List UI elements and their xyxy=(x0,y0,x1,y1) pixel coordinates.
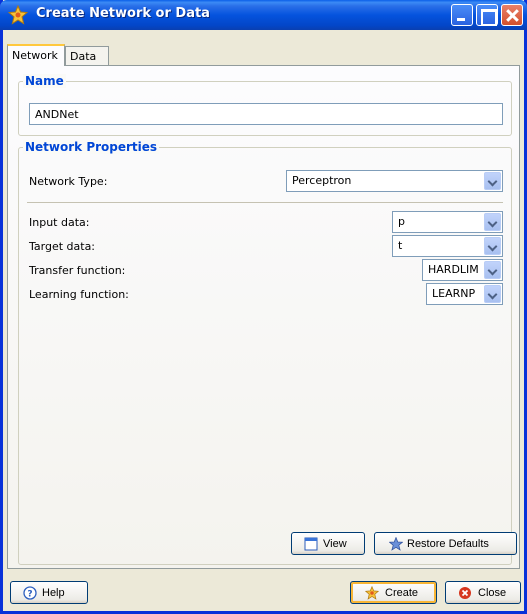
target-data-value: t xyxy=(398,239,403,252)
restore-defaults-button[interactable]: Restore Defaults xyxy=(374,532,517,555)
maximize-button[interactable] xyxy=(476,4,498,26)
transfer-function-value: HARDLIM xyxy=(428,263,479,276)
create-button-label: Create xyxy=(385,587,419,599)
view-button[interactable]: View xyxy=(291,532,365,555)
restore-defaults-label: Restore Defaults xyxy=(407,538,489,550)
help-icon: ? xyxy=(23,586,37,600)
learning-function-value: LEARNP xyxy=(432,287,476,300)
chevron-down-icon xyxy=(484,172,501,190)
tab-network[interactable]: Network xyxy=(7,44,65,66)
network-properties-legend: Network Properties xyxy=(23,140,160,154)
network-tab-panel: Name Network Properties Network Type: Pe… xyxy=(7,65,520,569)
name-group-legend: Name xyxy=(23,74,66,88)
network-star-icon xyxy=(8,5,28,25)
window-icon xyxy=(304,537,318,551)
network-star-icon xyxy=(365,586,379,600)
network-type-select[interactable]: Perceptron xyxy=(286,170,503,192)
separator xyxy=(27,202,503,203)
dialog-window: Create Network or Data Network Data Name… xyxy=(0,0,527,614)
close-button[interactable]: Close xyxy=(445,581,521,604)
chevron-down-icon xyxy=(484,285,501,303)
name-group: Name xyxy=(18,74,512,136)
network-properties-group: Network Properties Network Type: Percept… xyxy=(18,140,517,565)
target-data-select[interactable]: t xyxy=(392,235,503,257)
network-name-input[interactable] xyxy=(29,103,503,125)
title-bar[interactable]: Create Network or Data xyxy=(0,0,527,30)
input-data-value: p xyxy=(398,215,405,228)
close-window-button[interactable] xyxy=(501,4,523,26)
star-icon xyxy=(389,537,403,551)
close-circle-icon xyxy=(459,587,471,599)
target-data-label: Target data: xyxy=(29,240,96,253)
window-title: Create Network or Data xyxy=(36,6,210,21)
learning-function-select[interactable]: LEARNP xyxy=(426,283,503,305)
learning-function-label: Learning function: xyxy=(29,288,129,301)
view-button-label: View xyxy=(323,538,347,550)
close-button-label: Close xyxy=(478,587,507,599)
chevron-down-icon xyxy=(484,261,501,279)
network-type-value: Perceptron xyxy=(292,174,352,187)
svg-text:?: ? xyxy=(27,590,32,600)
tab-data[interactable]: Data xyxy=(65,46,109,66)
minimize-button[interactable] xyxy=(451,4,473,26)
help-button[interactable]: ? Help xyxy=(10,581,88,604)
create-button[interactable]: Create xyxy=(350,581,437,604)
transfer-function-select[interactable]: HARDLIM xyxy=(422,259,503,281)
input-data-select[interactable]: p xyxy=(392,211,503,233)
transfer-function-label: Transfer function: xyxy=(29,264,126,277)
network-type-label: Network Type: xyxy=(29,175,108,188)
chevron-down-icon xyxy=(484,213,501,231)
chevron-down-icon xyxy=(484,237,501,255)
input-data-label: Input data: xyxy=(29,216,90,229)
help-button-label: Help xyxy=(42,587,65,599)
